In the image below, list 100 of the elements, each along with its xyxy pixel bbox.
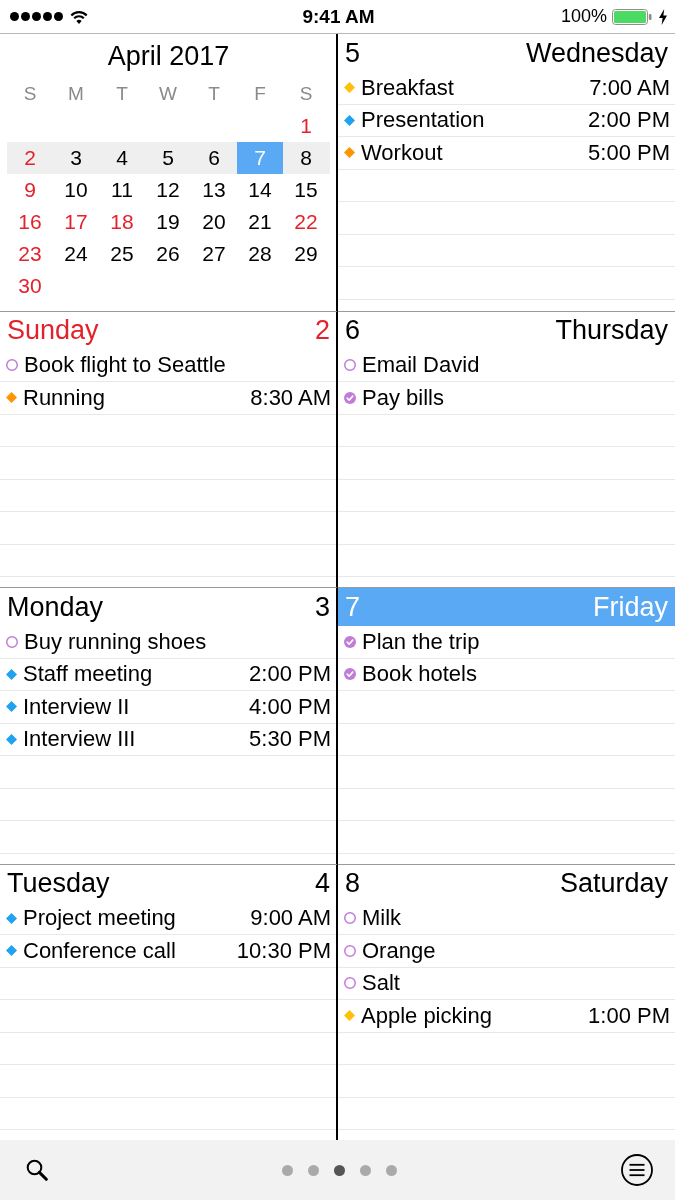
weekday-label: W bbox=[159, 83, 177, 105]
task-title: Milk bbox=[362, 905, 402, 932]
circle-icon[interactable] bbox=[6, 359, 18, 372]
event-time: 2:00 PM bbox=[588, 107, 670, 134]
event-title: Project meeting bbox=[23, 905, 176, 932]
event-title: Conference call bbox=[23, 937, 176, 964]
calendar-day[interactable]: 21 bbox=[237, 206, 283, 238]
weekday-label: F bbox=[254, 83, 266, 105]
calendar-day[interactable]: 26 bbox=[145, 238, 191, 270]
day-number: 4 bbox=[314, 868, 330, 899]
task-title: Plan the trip bbox=[362, 628, 480, 655]
calendar-day[interactable]: 27 bbox=[191, 238, 237, 270]
day-number: 3 bbox=[314, 591, 330, 623]
calendar-day[interactable]: 3 bbox=[53, 142, 99, 174]
weekday-label: M bbox=[68, 83, 84, 105]
calendar-day[interactable]: 18 bbox=[99, 206, 145, 238]
task-title: Pay bills bbox=[362, 384, 444, 411]
battery-icon bbox=[612, 8, 652, 25]
menu-icon[interactable] bbox=[621, 1154, 653, 1186]
calendar-day[interactable]: 4 bbox=[99, 142, 145, 174]
day-name: Monday bbox=[7, 591, 104, 623]
event-time: 8:30 AM bbox=[250, 384, 331, 411]
circle-icon[interactable] bbox=[344, 944, 356, 957]
event-title: Interview III bbox=[23, 726, 136, 753]
task-title: Orange bbox=[362, 937, 436, 964]
calendar-day[interactable]: 28 bbox=[237, 238, 283, 270]
event-title: Staff meeting bbox=[23, 661, 153, 688]
event-title: Breakfast bbox=[361, 74, 454, 101]
event-time: 1:00 PM bbox=[588, 1002, 670, 1029]
checked-circle-icon[interactable] bbox=[344, 391, 356, 404]
circle-icon[interactable] bbox=[6, 635, 18, 648]
page-dot[interactable] bbox=[386, 1164, 397, 1176]
event-time: 9:00 AM bbox=[250, 905, 331, 932]
weekday-label: T bbox=[116, 83, 128, 105]
weekday-label: S bbox=[23, 83, 37, 105]
event-title: Apple picking bbox=[361, 1002, 492, 1029]
calendar-day[interactable]: 17 bbox=[53, 206, 99, 238]
task-title: Book flight to Seattle bbox=[24, 352, 226, 379]
event-title: Interview II bbox=[23, 693, 130, 720]
task-title: Book hotels bbox=[362, 661, 477, 688]
calendar-day[interactable]: 5 bbox=[145, 142, 191, 174]
day-name: Friday bbox=[593, 591, 668, 623]
month-title: April 2017 bbox=[106, 39, 231, 73]
calendar-day[interactable]: 2 bbox=[7, 142, 53, 174]
calendar-day[interactable]: 12 bbox=[145, 174, 191, 206]
signal-icon bbox=[10, 12, 63, 21]
calendar-day[interactable]: 8 bbox=[283, 142, 329, 174]
calendar-day[interactable]: 13 bbox=[191, 174, 237, 206]
calendar-day[interactable]: 19 bbox=[145, 206, 191, 238]
calendar-day[interactable]: 15 bbox=[283, 174, 329, 206]
day-name: Thursday bbox=[555, 315, 668, 346]
calendar-day[interactable]: 22 bbox=[283, 206, 329, 238]
weekday-label: T bbox=[208, 83, 220, 105]
day-name: Saturday bbox=[559, 868, 668, 899]
calendar-day[interactable]: 10 bbox=[53, 174, 99, 206]
event-time: 5:30 PM bbox=[249, 726, 331, 753]
day-number: 7 bbox=[345, 591, 361, 623]
event-time: 4:00 PM bbox=[249, 693, 331, 720]
day-number: 8 bbox=[345, 868, 361, 899]
checked-circle-icon[interactable] bbox=[344, 635, 356, 648]
calendar-day[interactable]: 16 bbox=[7, 206, 53, 238]
calendar-day[interactable]: 1 bbox=[283, 110, 329, 142]
battery-percent: 100% bbox=[560, 6, 607, 27]
calendar-day[interactable]: 25 bbox=[99, 238, 145, 270]
calendar-day[interactable]: 30 bbox=[7, 270, 53, 302]
page-dot[interactable] bbox=[334, 1164, 345, 1176]
day-name: Wednesday bbox=[525, 37, 668, 69]
day-number: 2 bbox=[314, 315, 330, 346]
page-dot[interactable] bbox=[308, 1164, 319, 1176]
charging-icon bbox=[659, 8, 667, 25]
event-title: Workout bbox=[361, 139, 443, 166]
event-time: 5:00 PM bbox=[588, 139, 670, 166]
checked-circle-icon[interactable] bbox=[344, 668, 356, 681]
task-title: Salt bbox=[362, 970, 400, 997]
calendar-day[interactable]: 11 bbox=[99, 174, 145, 206]
event-title: Presentation bbox=[361, 107, 485, 134]
calendar-day[interactable]: 6 bbox=[191, 142, 237, 174]
day-number: 5 bbox=[345, 37, 361, 69]
calendar-day[interactable]: 14 bbox=[237, 174, 283, 206]
task-title: Email David bbox=[362, 352, 480, 379]
event-time: 2:00 PM bbox=[249, 661, 331, 688]
task-title: Buy running shoes bbox=[24, 628, 207, 655]
circle-icon[interactable] bbox=[344, 912, 356, 925]
circle-icon[interactable] bbox=[344, 977, 356, 990]
page-dot[interactable] bbox=[282, 1164, 293, 1176]
calendar-day[interactable]: 29 bbox=[283, 238, 329, 270]
search-icon[interactable] bbox=[26, 1159, 48, 1181]
status-time: 9:41 AM bbox=[302, 5, 375, 28]
calendar-day[interactable]: 24 bbox=[53, 238, 99, 270]
calendar-day[interactable]: 20 bbox=[191, 206, 237, 238]
calendar-day[interactable]: 9 bbox=[7, 174, 53, 206]
weekday-label: S bbox=[299, 83, 313, 105]
event-time: 10:30 PM bbox=[236, 937, 331, 964]
day-name: Tuesday bbox=[7, 868, 110, 899]
day-number: 6 bbox=[345, 315, 361, 346]
calendar-day[interactable]: 23 bbox=[7, 238, 53, 270]
circle-icon[interactable] bbox=[344, 359, 356, 372]
page-dot[interactable] bbox=[360, 1164, 371, 1176]
wifi-icon bbox=[70, 9, 88, 24]
event-title: Running bbox=[23, 384, 105, 411]
